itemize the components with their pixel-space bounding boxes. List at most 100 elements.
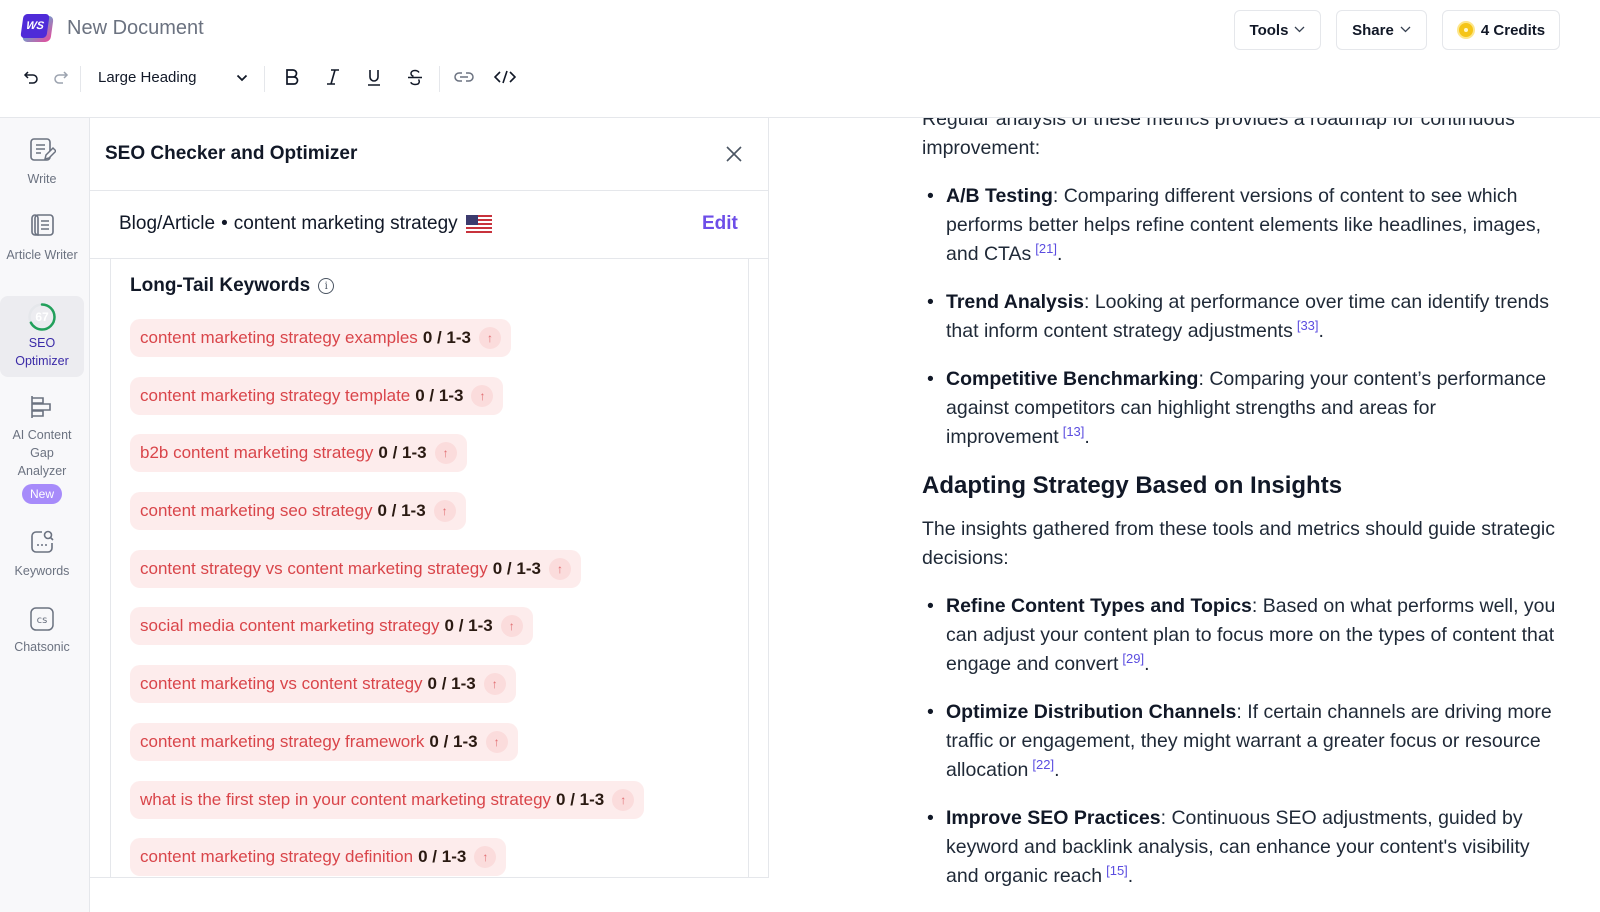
chevron-down-icon [1400, 25, 1411, 36]
list-item: Improve SEO Practices: Continuous SEO ad… [927, 804, 1562, 891]
share-label: Share [1352, 21, 1394, 39]
close-icon[interactable] [722, 142, 746, 166]
arrow-up-icon: ↑ [612, 788, 635, 811]
strikethrough-icon[interactable] [403, 60, 427, 94]
italic-icon[interactable] [321, 60, 345, 94]
keyword-chip[interactable]: social media content marketing strategy 0… [130, 607, 533, 646]
share-button[interactable]: Share [1336, 10, 1427, 50]
sidebar-item-label: Chatsonic [14, 640, 70, 654]
keyword-count: 0 / 1-3 [377, 501, 426, 521]
keyword-chip[interactable]: content marketing strategy definition 0 /… [130, 838, 507, 877]
document-content[interactable]: Regular analysis of these metrics provid… [922, 118, 1562, 910]
editor-toolbar: Large Heading [0, 60, 560, 94]
citation-link[interactable]: [33] [1297, 318, 1319, 333]
keyword-count: 0 / 1-3 [492, 558, 541, 578]
sidebar-item-write[interactable]: Write [0, 136, 84, 188]
svg-text:cs: cs [37, 615, 48, 626]
tools-button[interactable]: Tools [1234, 10, 1321, 50]
panel-scrollbar[interactable] [749, 259, 769, 879]
sidebar-item-article-writer[interactable]: Article Writer [3, 212, 81, 264]
seo-panel: SEO Checker and Optimizer Blog/Article •… [90, 118, 769, 912]
document-title[interactable]: New Document [67, 17, 204, 40]
seo-score-ring: 67 [27, 302, 57, 332]
citation-link[interactable]: [22] [1032, 757, 1054, 772]
content-type: Blog/Article [119, 213, 216, 234]
keyword-text: what is the first step in your content m… [140, 789, 552, 809]
toolbar-divider [439, 66, 440, 92]
keyword-text: content marketing vs content strategy [140, 674, 423, 694]
keyword-chip[interactable]: content marketing strategy template 0 / 1… [130, 376, 504, 415]
sidebar-item-label: Write [27, 172, 57, 186]
citation-link[interactable]: [29] [1122, 651, 1144, 666]
target-keyword: content marketing strategy [233, 213, 458, 234]
content-gap-icon [31, 396, 51, 418]
heading-style-value: Large Heading [98, 68, 197, 86]
keyword-chip[interactable]: content marketing strategy framework 0 / … [130, 722, 518, 761]
keyword-count: 0 / 1-3 [378, 443, 427, 463]
sidebar-item-seo-optimizer[interactable]: 67 SEO Optimizer [0, 296, 84, 377]
citation-link[interactable]: [13] [1063, 424, 1085, 439]
left-sidebar: Write Article Writer 67 SEO Optimizer AI… [0, 118, 90, 912]
toolbar-divider [264, 66, 265, 92]
keyword-count: 0 / 1-3 [415, 385, 464, 405]
arrow-up-icon: ↑ [471, 384, 494, 407]
keyword-chip[interactable]: content marketing seo strategy 0 / 1-3 ↑ [130, 492, 466, 531]
section-title: Long-Tail Keywords [130, 275, 311, 296]
undo-icon[interactable] [20, 60, 42, 94]
list-item: Optimize Distribution Channels: If certa… [927, 698, 1562, 785]
keyword-count: 0 / 1-3 [556, 789, 605, 809]
new-badge: New [21, 484, 62, 504]
list-item-term: Refine Content Types and Topics [946, 595, 1252, 617]
writesonic-logo[interactable]: WS [20, 14, 54, 44]
arrow-up-icon: ↑ [485, 730, 508, 753]
seo-target-summary: Blog/Article • content marketing strateg… [90, 191, 769, 259]
arrow-up-icon: ↑ [479, 327, 502, 349]
sidebar-item-label: Keywords [14, 564, 70, 578]
credits-button[interactable]: 4 Credits [1442, 10, 1560, 50]
citation-link[interactable]: [15] [1106, 863, 1128, 878]
sidebar-item-ai-content-gap-analyzer[interactable]: AI Content Gap Analyzer New [0, 394, 84, 504]
edit-button[interactable]: Edit [702, 213, 738, 235]
seo-score-value: 67 [35, 310, 49, 324]
keyword-text: content marketing strategy definition [140, 847, 414, 867]
keyword-chip[interactable]: content marketing strategy examples 0 / 1… [130, 319, 512, 357]
underline-icon[interactable] [362, 60, 386, 94]
keyword-count: 0 / 1-3 [422, 328, 472, 347]
arrow-up-icon: ↑ [433, 500, 456, 523]
document-editor[interactable]: Regular analysis of these metrics provid… [770, 118, 1600, 912]
list-item: A/B Testing: Comparing different version… [927, 182, 1562, 269]
credits-label: 4 Credits [1480, 21, 1546, 39]
sidebar-item-chatsonic[interactable]: cs Chatsonic [0, 606, 84, 656]
sidebar-item-label: AI Content Gap Analyzer [12, 428, 72, 478]
info-icon[interactable]: i [318, 278, 335, 294]
arrow-up-icon: ↑ [500, 615, 523, 638]
keyword-chip[interactable]: what is the first step in your content m… [130, 780, 645, 819]
section-heading: Adapting Strategy Based on Insights [922, 472, 1343, 499]
arrow-up-icon: ↑ [434, 442, 457, 465]
keyword-text: content marketing seo strategy [140, 501, 373, 521]
bold-icon[interactable] [280, 60, 304, 94]
keyword-text: content strategy vs content marketing st… [140, 558, 488, 578]
keyword-chip[interactable]: content marketing vs content strategy 0 /… [130, 665, 516, 704]
keyword-chip[interactable]: content strategy vs content marketing st… [130, 549, 581, 588]
write-icon [30, 138, 56, 161]
heading-style-select[interactable]: Large Heading [98, 60, 248, 94]
arrow-up-icon: ↑ [474, 846, 497, 869]
separator-dot: • [221, 213, 228, 234]
keyword-chip[interactable]: b2b content marketing strategy 0 / 1-3 ↑ [130, 434, 467, 473]
long-tail-keywords-section: Long-Tail Keywords i content marketing s… [110, 259, 749, 879]
sidebar-item-label: Article Writer [6, 248, 78, 262]
seo-panel-footer [90, 877, 769, 912]
link-icon[interactable] [452, 60, 476, 94]
redo-icon[interactable] [50, 60, 72, 94]
logo-text: WS [20, 14, 50, 38]
sidebar-item-keywords[interactable]: Keywords [0, 528, 84, 580]
code-icon[interactable] [493, 60, 517, 94]
arrow-up-icon: ↑ [483, 673, 506, 696]
chatsonic-icon: cs [30, 607, 54, 631]
keyword-text: content marketing strategy framework [140, 731, 425, 751]
citation-link[interactable]: [21] [1035, 241, 1057, 256]
keyword-text: b2b content marketing strategy [140, 443, 374, 463]
keyword-list: content marketing strategy examples 0 / 1… [130, 319, 645, 879]
keyword-text: content marketing strategy template [140, 385, 411, 405]
